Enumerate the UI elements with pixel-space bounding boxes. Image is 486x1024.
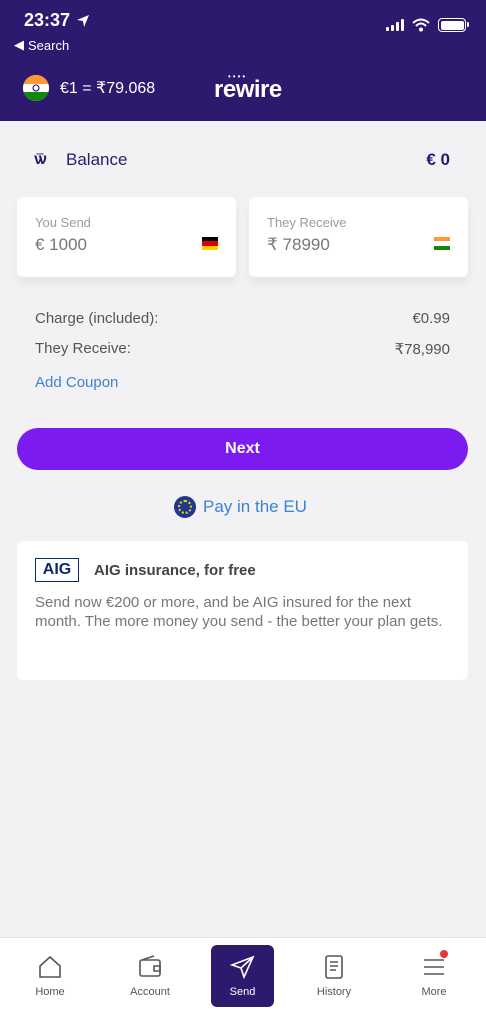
notification-dot (440, 950, 448, 958)
tab-send[interactable]: Send (211, 945, 274, 1007)
wallet-icon (139, 955, 161, 977)
battery-icon (438, 18, 469, 32)
you-send-label: You Send (35, 215, 91, 230)
you-send-input[interactable]: € 1000 (35, 235, 87, 255)
send-icon (229, 955, 255, 980)
tab-more[interactable]: More (396, 938, 472, 1014)
app-header: 23:37 ◀ Search €1 = ₹79.068 •••• rewire (0, 0, 486, 121)
location-arrow-icon (77, 14, 90, 27)
they-receive-input[interactable]: ₹ 78990 (267, 235, 330, 255)
add-coupon-link[interactable]: Add Coupon (35, 374, 118, 391)
balance-row[interactable]: ѿ Balance € 0 (0, 121, 486, 191)
balance-value: € 0 (426, 150, 450, 169)
pay-in-eu-link[interactable]: Pay in the EU (174, 496, 307, 518)
they-receive-label: They Receive (267, 215, 347, 230)
home-icon (39, 955, 61, 978)
aig-logo: AIG (35, 558, 79, 582)
status-time: 23:37 (24, 10, 90, 31)
tab-history[interactable]: History (296, 938, 372, 1014)
back-to-search[interactable]: ◀ Search (14, 37, 69, 53)
bottom-tab-bar: Home Account Send History More (0, 937, 486, 1024)
they-receive-card[interactable]: They Receive ₹ 78990 (249, 197, 468, 277)
balance-label: Balance (66, 150, 128, 169)
charge-value: €0.99 (412, 310, 450, 327)
receipt-icon (325, 955, 343, 979)
balance-icon: ѿ (34, 151, 47, 168)
aig-insurance-card[interactable]: AIG AIG insurance, for free Send now €20… (17, 541, 468, 680)
pay-in-eu-label: Pay in the EU (203, 497, 307, 516)
eu-flag-icon (174, 496, 196, 518)
charge-label: Charge (included): (35, 310, 159, 327)
cellular-signal-icon (386, 19, 404, 31)
wifi-icon (412, 18, 430, 32)
status-icons (386, 18, 469, 32)
back-triangle-icon: ◀ (14, 37, 24, 52)
india-flag-icon[interactable] (23, 75, 49, 101)
you-send-card[interactable]: You Send € 1000 (17, 197, 236, 277)
next-button[interactable]: Next (17, 428, 468, 470)
rewire-logo: rewire (214, 76, 282, 103)
india-flag-icon (434, 237, 450, 250)
exchange-rate: €1 = ₹79.068 (60, 80, 156, 97)
receive-summary-value: ₹78,990 (394, 341, 450, 358)
aig-description: Send now €200 or more, and be AIG insure… (35, 594, 443, 630)
receive-summary-label: They Receive: (35, 340, 131, 357)
tab-home[interactable]: Home (12, 938, 88, 1014)
tab-account[interactable]: Account (112, 938, 188, 1014)
germany-flag-icon (202, 237, 218, 250)
aig-title: AIG insurance, for free (94, 562, 256, 579)
